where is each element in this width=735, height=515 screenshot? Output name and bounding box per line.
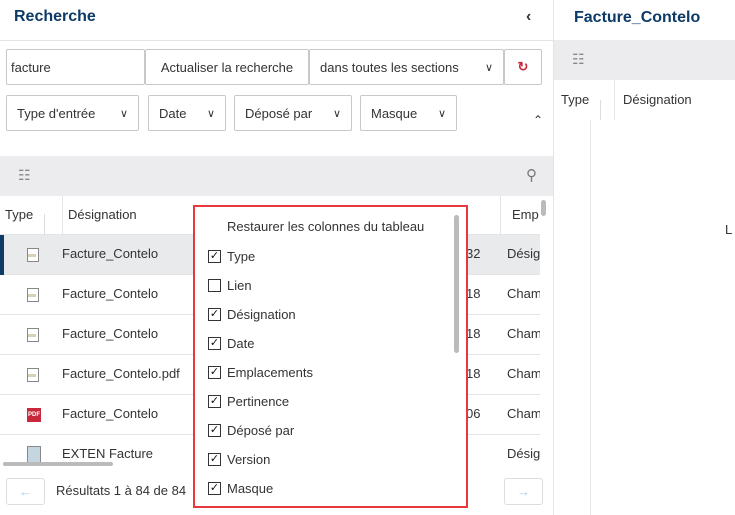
search-value: facture bbox=[11, 59, 51, 75]
row-date: 06 bbox=[466, 406, 481, 421]
row-designation: EXTEN Facture bbox=[62, 446, 154, 461]
restore-columns-link[interactable]: Restaurer les colonnes du tableau bbox=[227, 219, 424, 234]
checkbox[interactable]: ✓ bbox=[208, 366, 221, 379]
filter-label: Type d'entrée bbox=[17, 105, 96, 121]
row-date: 18 bbox=[466, 286, 481, 301]
row-designation: Facture_Contelo.pdf bbox=[62, 366, 180, 381]
column-option-label: Lien bbox=[227, 278, 252, 293]
row-date: 18 bbox=[466, 326, 481, 341]
popup-scrollbar[interactable] bbox=[454, 215, 459, 353]
filter-select[interactable]: Type d'entrée ∨ bbox=[6, 95, 139, 131]
checkbox[interactable]: ✓ bbox=[208, 453, 221, 466]
divider bbox=[0, 40, 553, 41]
row-date: 32 bbox=[466, 246, 481, 261]
search-panel-title: Recherche bbox=[14, 8, 96, 25]
checkbox[interactable]: ✓ bbox=[208, 424, 221, 437]
column-option[interactable]: ✓ Emplacements bbox=[208, 365, 313, 380]
column-option-label: Emplacements bbox=[227, 365, 313, 380]
checkbox[interactable] bbox=[208, 279, 221, 292]
row-emplacement: Cham bbox=[507, 286, 540, 301]
results-toolbar: ☷ ⚲ bbox=[0, 156, 553, 196]
column-chooser-popup: Restaurer les colonnes du tableau ✓ Type L… bbox=[193, 205, 468, 508]
row-date: 18 bbox=[466, 366, 481, 381]
column-option[interactable]: Lien bbox=[208, 278, 252, 293]
preview-toolbar: ☷ bbox=[554, 40, 735, 80]
horizontal-scrollbar[interactable] bbox=[3, 462, 113, 466]
column-header-designation[interactable]: Désignation bbox=[68, 207, 137, 222]
row-emplacement: Cham bbox=[507, 326, 540, 341]
results-count: Résultats 1 à 84 de 84 bbox=[56, 483, 187, 498]
column-header-designation[interactable]: Désignation bbox=[623, 92, 692, 107]
vertical-scrollbar[interactable] bbox=[541, 200, 546, 216]
column-option-label: Type bbox=[227, 249, 256, 264]
column-option[interactable]: ✓ Déposé par bbox=[208, 423, 294, 438]
chevron-down-icon: ∨ bbox=[332, 107, 341, 120]
search-input[interactable]: facture bbox=[6, 49, 145, 85]
column-header-emplacements[interactable]: Emp bbox=[512, 207, 539, 222]
column-option-label: Pertinence bbox=[227, 394, 290, 409]
folder-icon bbox=[27, 446, 41, 463]
scope-select[interactable]: dans toutes les sections ∨ bbox=[309, 49, 504, 85]
column-header-type[interactable]: Type bbox=[561, 92, 589, 107]
checkbox[interactable]: ✓ bbox=[208, 337, 221, 350]
next-page-button[interactable]: → bbox=[504, 478, 543, 505]
row-emplacement: Désig bbox=[507, 446, 540, 461]
scope-value: dans toutes les sections bbox=[320, 59, 459, 75]
selection-indicator bbox=[0, 235, 4, 275]
column-option-label: Version bbox=[227, 452, 271, 467]
preview-text: L bbox=[725, 222, 733, 237]
filter-label: Date bbox=[159, 105, 187, 121]
chevron-left-icon[interactable]: ‹ bbox=[526, 8, 531, 26]
row-designation: Facture_Contelo bbox=[62, 286, 159, 301]
filter-label: Déposé par bbox=[245, 105, 313, 121]
chevron-up-icon[interactable]: ⌃ bbox=[533, 113, 543, 127]
row-emplacement: Cham bbox=[507, 366, 540, 381]
column-option-label: Désignation bbox=[227, 307, 296, 322]
checkbox[interactable]: ✓ bbox=[208, 482, 221, 495]
column-option-label: Masque bbox=[227, 481, 274, 496]
document-title: Facture_Contelo bbox=[574, 9, 701, 26]
document-icon bbox=[27, 248, 39, 262]
filter-select[interactable]: Masque ∨ bbox=[360, 95, 457, 131]
checkbox[interactable]: ✓ bbox=[208, 308, 221, 321]
row-emplacement: Cham bbox=[507, 406, 540, 421]
chevron-down-icon: ∨ bbox=[484, 61, 493, 74]
refresh-label: Actualiser la recherche bbox=[160, 59, 294, 75]
columns-icon[interactable]: ☷ bbox=[572, 51, 585, 68]
reset-button[interactable]: ↻ bbox=[504, 49, 542, 85]
checkbox[interactable]: ✓ bbox=[208, 395, 221, 408]
refresh-search-button[interactable]: Actualiser la recherche bbox=[145, 49, 309, 85]
document-icon bbox=[27, 328, 39, 342]
reset-icon: ↻ bbox=[517, 59, 529, 74]
document-icon bbox=[27, 368, 39, 382]
previous-page-button[interactable]: ← bbox=[6, 478, 45, 505]
row-designation: Facture_Contelo bbox=[62, 406, 159, 421]
row-designation: Facture_Contelo bbox=[62, 326, 159, 341]
column-option-label: Déposé par bbox=[227, 423, 295, 438]
filter-select[interactable]: Déposé par ∨ bbox=[234, 95, 352, 131]
chevron-down-icon: ∨ bbox=[437, 107, 446, 120]
column-header-type[interactable]: Type bbox=[5, 207, 33, 222]
pdf-icon: PDF bbox=[27, 408, 41, 422]
row-emplacement: Désig bbox=[507, 246, 540, 261]
filter-select[interactable]: Date ∨ bbox=[148, 95, 226, 131]
column-option[interactable]: ✓ Version bbox=[208, 452, 270, 467]
column-option[interactable]: ✓ Pertinence bbox=[208, 394, 289, 409]
chevron-down-icon: ∨ bbox=[206, 107, 215, 120]
column-option-label: Date bbox=[227, 336, 255, 351]
search-icon[interactable]: ⚲ bbox=[526, 166, 537, 184]
column-option[interactable]: ✓ Désignation bbox=[208, 307, 296, 322]
row-designation: Facture_Contelo bbox=[62, 246, 159, 261]
document-icon bbox=[27, 288, 39, 302]
columns-icon[interactable]: ☷ bbox=[18, 167, 31, 184]
column-option[interactable]: ✓ Type bbox=[208, 249, 255, 264]
filter-label: Masque bbox=[371, 105, 418, 121]
checkbox[interactable]: ✓ bbox=[208, 250, 221, 263]
column-option[interactable]: ✓ Date bbox=[208, 336, 254, 351]
column-option[interactable]: ✓ Masque bbox=[208, 481, 273, 496]
chevron-down-icon: ∨ bbox=[119, 107, 128, 120]
